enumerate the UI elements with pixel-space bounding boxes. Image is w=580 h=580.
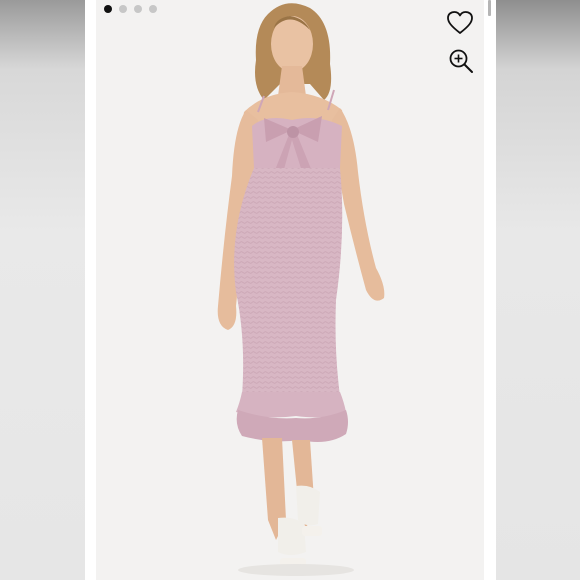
pagination-dot-3[interactable]: [134, 5, 142, 13]
zoom-in-icon: [449, 49, 473, 73]
pagination-dot-1[interactable]: [104, 5, 112, 13]
product-photo[interactable]: [96, 0, 484, 580]
scrollbar-track[interactable]: [486, 0, 492, 580]
blurred-backdrop-left: [0, 0, 85, 580]
heart-outline-icon: [447, 11, 473, 34]
pagination-dot-4[interactable]: [149, 5, 157, 13]
pagination-dot-2[interactable]: [119, 5, 127, 13]
scrollbar-thumb[interactable]: [488, 0, 491, 16]
zoom-button[interactable]: [446, 46, 476, 76]
like-button[interactable]: [445, 8, 475, 38]
image-pagination: [104, 5, 157, 13]
model-illustration: [217, 3, 385, 576]
blurred-backdrop-right: [496, 0, 580, 580]
